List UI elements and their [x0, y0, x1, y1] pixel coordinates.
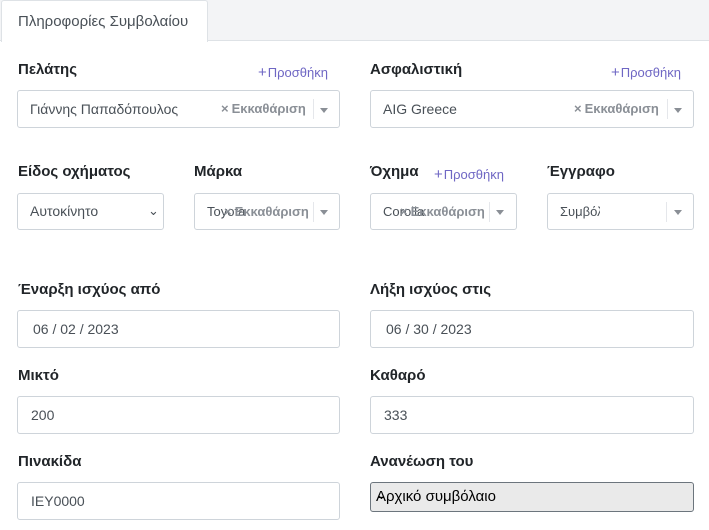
- vehicle-clear-label: Εκκαθάριση: [410, 204, 485, 219]
- tab-bar: Πληροφορίες Συμβολαίου: [0, 0, 709, 42]
- separator: [666, 202, 667, 222]
- caret-down-icon[interactable]: [320, 108, 328, 113]
- plate-input[interactable]: ΙΕΥ0000: [17, 482, 340, 520]
- net-value: 333: [384, 407, 408, 423]
- customer-value: Γιάννης Παπαδόπουλος: [30, 101, 179, 117]
- insurer-clear-button[interactable]: × Εκκαθάριση: [574, 101, 659, 116]
- tab-contract-info[interactable]: Πληροφορίες Συμβολαίου: [1, 0, 208, 42]
- vehicle-label: Όχημα: [370, 163, 419, 180]
- net-input[interactable]: 333: [370, 396, 694, 434]
- customer-select[interactable]: Γιάννης Παπαδόπουλος × Εκκαθάριση: [17, 90, 340, 128]
- separator: [489, 202, 490, 222]
- caret-down-icon[interactable]: [496, 210, 504, 215]
- customer-add-label: Προσθήκη: [267, 65, 328, 80]
- renewal-label: Ανανέωση του: [370, 453, 474, 470]
- insurer-clear-label: Εκκαθάριση: [584, 101, 659, 116]
- vehicle-select[interactable]: Corolla × Εκκαθάριση: [370, 193, 517, 230]
- gross-label: Μικτό: [18, 367, 59, 384]
- brand-clear-label: Εκκαθάριση: [234, 204, 309, 219]
- brand-clear-button[interactable]: × Εκκαθάριση: [224, 204, 309, 219]
- start-date-input[interactable]: 06 / 02 / 2023: [17, 310, 340, 348]
- vehicle-type-select[interactable]: Αυτοκίνητο ⌄: [17, 193, 164, 230]
- plus-icon: +: [258, 64, 267, 81]
- separator: [313, 202, 314, 222]
- start-date-value: 06 / 02 / 2023: [33, 321, 119, 337]
- close-icon: ×: [221, 101, 229, 116]
- brand-label: Μάρκα: [194, 163, 243, 180]
- gross-input[interactable]: 200: [17, 396, 340, 434]
- net-label: Καθαρό: [370, 367, 426, 384]
- vehicle-type-label: Είδος οχήματος: [18, 163, 131, 180]
- plate-label: Πινακίδα: [18, 453, 82, 470]
- plus-icon: +: [434, 166, 443, 183]
- brand-select[interactable]: Toyota × Εκκαθάριση: [194, 193, 340, 230]
- customer-add-link[interactable]: +Προσθήκη: [258, 64, 328, 81]
- end-date-value: 06 / 30 / 2023: [386, 321, 472, 337]
- close-icon: ×: [400, 204, 408, 219]
- plate-value: ΙΕΥ0000: [31, 493, 85, 509]
- close-icon: ×: [574, 101, 582, 116]
- end-date-label: Λήξη ισχύος στις: [370, 281, 492, 298]
- insurer-value: AIG Greece: [383, 101, 457, 117]
- customer-clear-button[interactable]: × Εκκαθάριση: [221, 101, 306, 116]
- end-date-input[interactable]: 06 / 30 / 2023: [370, 310, 694, 348]
- customer-clear-label: Εκκαθάριση: [231, 101, 306, 116]
- caret-down-icon[interactable]: [320, 210, 328, 215]
- insurer-label: Ασφαλιστική: [370, 61, 463, 78]
- vehicle-clear-button[interactable]: × Εκκαθάριση: [400, 204, 485, 219]
- start-date-label: Έναρξη ισχύος από: [18, 281, 161, 298]
- insurer-add-label: Προσθήκη: [620, 65, 681, 80]
- close-icon: ×: [224, 204, 232, 219]
- gross-value: 200: [31, 407, 55, 423]
- renewal-select[interactable]: Αρχικό συμβόλαιο ⌄: [370, 482, 694, 512]
- customer-label: Πελάτης: [18, 61, 77, 78]
- vehicle-add-link[interactable]: +Προσθήκη: [434, 166, 504, 183]
- vehicle-type-value: Αυτοκίνητο: [30, 203, 99, 219]
- document-label: Έγγραφο: [547, 163, 615, 180]
- caret-down-icon[interactable]: [674, 108, 682, 113]
- caret-down-icon[interactable]: [674, 210, 682, 215]
- separator: [667, 99, 668, 119]
- chevron-down-icon: ⌄: [376, 487, 387, 502]
- separator: [313, 99, 314, 119]
- insurer-add-link[interactable]: +Προσθήκη: [611, 64, 681, 81]
- insurer-select[interactable]: AIG Greece × Εκκαθάριση: [370, 90, 694, 128]
- chevron-down-icon: ⌄: [148, 203, 159, 218]
- document-value: Συμβόλαιο: [560, 204, 600, 219]
- plus-icon: +: [611, 64, 620, 81]
- vehicle-add-label: Προσθήκη: [443, 167, 504, 182]
- document-select[interactable]: Συμβόλαιο: [547, 193, 694, 230]
